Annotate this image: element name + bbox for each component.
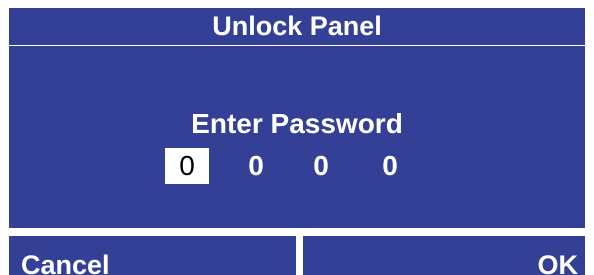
password-digit-4[interactable]: 0: [368, 148, 412, 184]
password-digit-3[interactable]: 0: [299, 148, 343, 184]
password-digit-1[interactable]: 0: [165, 148, 209, 184]
panel-title: Unlock Panel: [9, 8, 585, 45]
unlock-panel: Unlock Panel Enter Password 0 0 0 0 Canc…: [0, 0, 594, 275]
password-area: Enter Password 0 0 0 0: [9, 46, 585, 228]
password-digit-2[interactable]: 0: [234, 148, 278, 184]
ok-button[interactable]: OK: [303, 236, 585, 275]
password-prompt: Enter Password: [191, 108, 403, 139]
cancel-button[interactable]: Cancel: [9, 236, 296, 275]
